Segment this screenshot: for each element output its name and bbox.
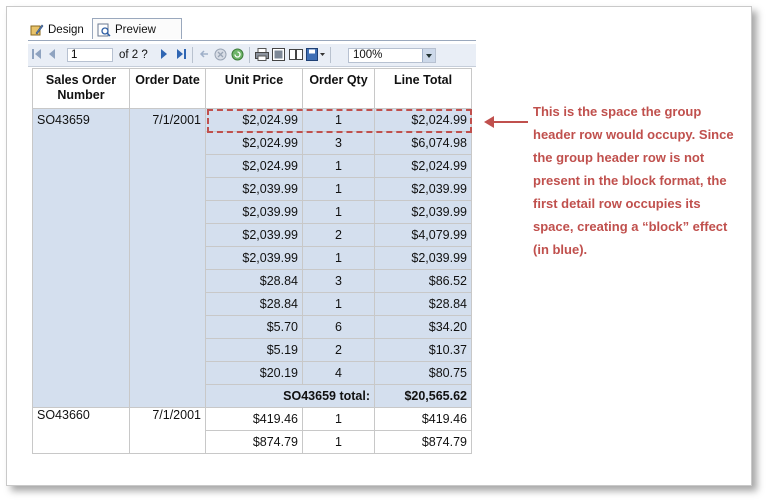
unit-price: $2,039.99 xyxy=(205,200,303,224)
order-qty: 3 xyxy=(302,269,375,293)
order-qty: 2 xyxy=(302,223,375,247)
group-total-value: $20,565.62 xyxy=(374,384,472,408)
column-header: Sales Order Number xyxy=(32,68,130,109)
order-qty: 1 xyxy=(302,407,375,431)
stop-icon xyxy=(214,48,227,61)
print-icon xyxy=(255,48,269,61)
order-date: 7/1/2001 xyxy=(129,407,206,454)
back-arrow-icon xyxy=(199,50,208,58)
order-qty: 1 xyxy=(302,246,375,270)
unit-price: $2,039.99 xyxy=(205,177,303,201)
line-total: $86.52 xyxy=(374,269,472,293)
preview-icon xyxy=(97,23,111,37)
line-total: $2,039.99 xyxy=(374,246,472,270)
line-total: $80.75 xyxy=(374,361,472,385)
zoom-value: 100% xyxy=(353,49,383,61)
last-page-icon xyxy=(177,49,186,59)
order-qty: 1 xyxy=(302,177,375,201)
unit-price: $2,039.99 xyxy=(205,246,303,270)
unit-price: $2,024.99 xyxy=(205,154,303,178)
line-total: $10.37 xyxy=(374,338,472,362)
page-count-label: of 2 ? xyxy=(119,49,148,61)
unit-price: $28.84 xyxy=(205,292,303,316)
refresh-icon xyxy=(231,48,244,61)
design-icon xyxy=(30,24,44,36)
line-total: $2,039.99 xyxy=(374,177,472,201)
line-total: $4,079.99 xyxy=(374,223,472,247)
unit-price: $419.46 xyxy=(205,407,303,431)
prev-page-icon xyxy=(49,49,55,59)
next-page-icon xyxy=(161,49,167,59)
order-date: 7/1/2001 xyxy=(129,108,206,408)
tab-design[interactable]: Design xyxy=(30,19,94,41)
line-total: $2,039.99 xyxy=(374,200,472,224)
tab-preview-label: Preview xyxy=(115,24,156,36)
toolbar-separator xyxy=(192,47,193,63)
page-number-input[interactable] xyxy=(67,48,113,62)
line-total: $28.84 xyxy=(374,292,472,316)
column-header: Unit Price xyxy=(205,68,303,109)
table-row: SO43660 7/1/2001 $419.46 1 $419.46 xyxy=(32,407,472,454)
order-qty: 1 xyxy=(302,200,375,224)
line-total: $34.20 xyxy=(374,315,472,339)
refresh-button[interactable] xyxy=(231,48,244,62)
print-layout-button[interactable] xyxy=(272,48,285,62)
toolbar-separator xyxy=(249,47,250,63)
line-total: $419.46 xyxy=(374,407,472,431)
order-qty: 2 xyxy=(302,338,375,362)
zoom-select[interactable]: 100% xyxy=(348,48,436,63)
table-header-row: Sales Order Number Order Date Unit Price… xyxy=(32,68,472,109)
page-setup-icon xyxy=(289,49,303,60)
tab-preview[interactable]: Preview xyxy=(92,18,182,39)
first-page-icon xyxy=(32,49,41,59)
unit-price: $2,039.99 xyxy=(205,223,303,247)
next-page-button[interactable] xyxy=(160,48,168,62)
back-button[interactable] xyxy=(199,48,209,62)
order-qty: 1 xyxy=(302,154,375,178)
column-header: Order Qty xyxy=(302,68,375,109)
tab-underline xyxy=(28,40,476,41)
sales-order-number: SO43659 xyxy=(32,108,130,408)
first-page-button[interactable] xyxy=(32,48,42,62)
line-total: $874.79 xyxy=(374,430,472,454)
order-qty: 1 xyxy=(302,430,375,454)
group-header-highlight xyxy=(207,109,472,133)
prev-page-button[interactable] xyxy=(48,48,56,62)
order-qty: 6 xyxy=(302,315,375,339)
page-setup-button[interactable] xyxy=(289,48,303,62)
unit-price: $5.70 xyxy=(205,315,303,339)
print-layout-icon xyxy=(272,48,285,61)
sales-order-number: SO43660 xyxy=(32,407,130,454)
stop-button[interactable] xyxy=(214,48,227,62)
annotation-arrow-head xyxy=(484,116,494,128)
group-total-label: SO43659 total: xyxy=(205,384,375,408)
order-qty: 3 xyxy=(302,131,375,155)
last-page-button[interactable] xyxy=(176,48,186,62)
unit-price: $2,024.99 xyxy=(205,131,303,155)
print-button[interactable] xyxy=(255,48,269,62)
chevron-down-icon[interactable] xyxy=(422,49,435,62)
report-toolbar: of 2 ? 100% xyxy=(28,44,476,67)
order-qty: 4 xyxy=(302,361,375,385)
order-qty: 1 xyxy=(302,292,375,316)
annotation-arrow xyxy=(490,121,528,123)
annotation-note: This is the space the group header row w… xyxy=(533,104,734,257)
line-total: $2,024.99 xyxy=(374,154,472,178)
unit-price: $5.19 xyxy=(205,338,303,362)
tab-design-label: Design xyxy=(48,24,84,36)
column-header: Line Total xyxy=(374,68,472,109)
unit-price: $28.84 xyxy=(205,269,303,293)
unit-price: $874.79 xyxy=(205,430,303,454)
column-header: Order Date xyxy=(129,68,206,109)
unit-price: $20.19 xyxy=(205,361,303,385)
toolbar-separator xyxy=(330,47,331,63)
line-total: $6,074.98 xyxy=(374,131,472,155)
export-button[interactable] xyxy=(306,48,326,62)
export-save-icon xyxy=(306,48,325,61)
